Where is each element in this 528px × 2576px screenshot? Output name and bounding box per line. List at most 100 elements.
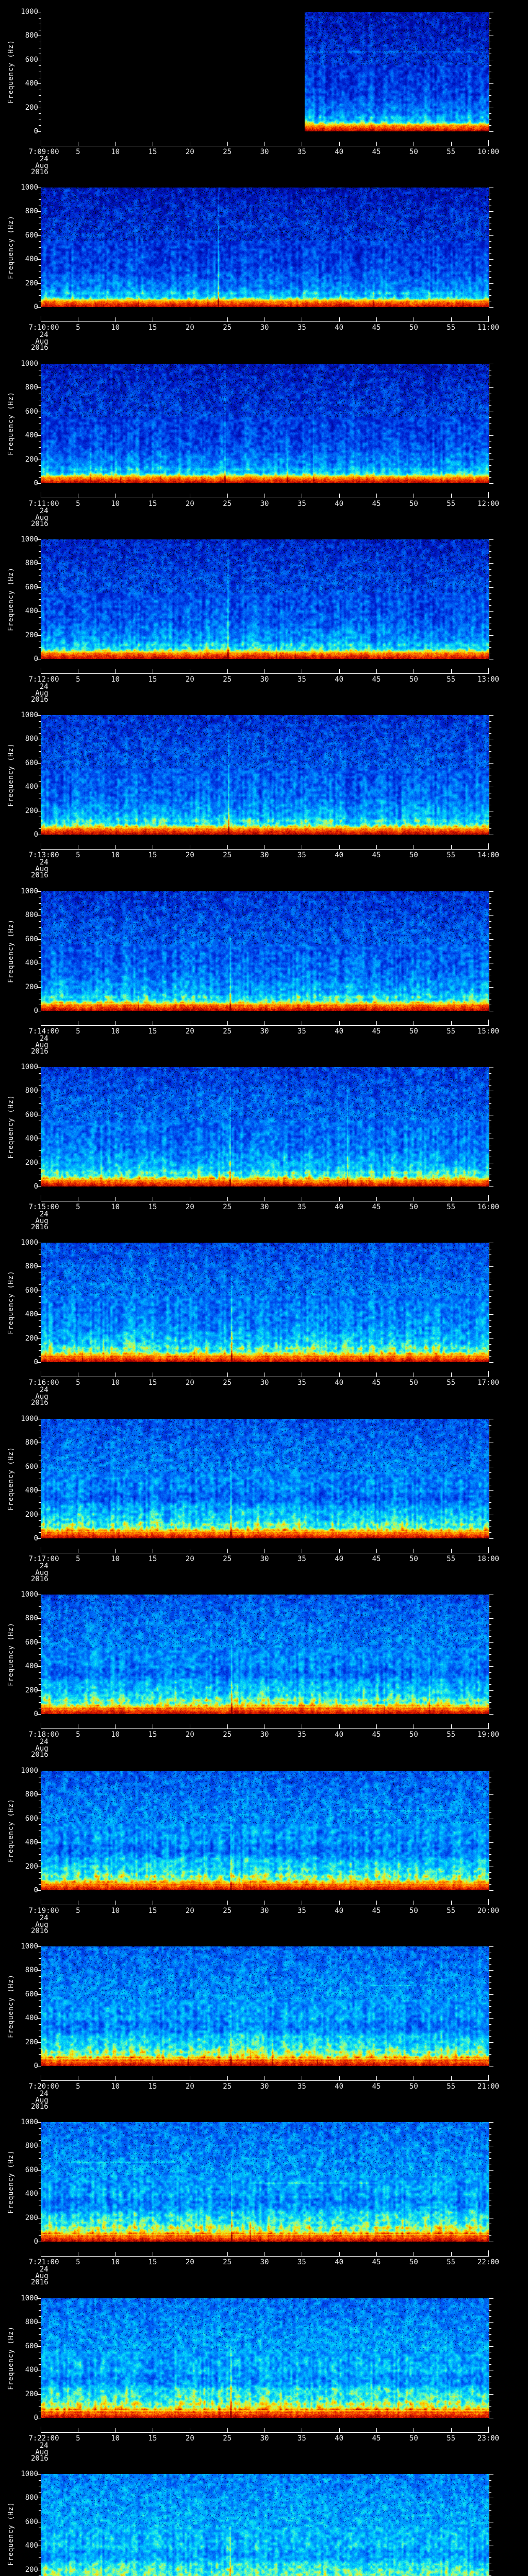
y-axis-tick xyxy=(489,1490,493,1491)
y-axis-tick xyxy=(489,557,491,558)
y-axis-tick xyxy=(489,1472,491,1473)
time-tick-label: 5 xyxy=(76,1379,80,1387)
spectrogram-image xyxy=(41,2474,489,2576)
y-axis-tick xyxy=(39,969,41,970)
time-tick-label: 20 xyxy=(185,1731,194,1739)
time-axis-tick xyxy=(339,1549,340,1553)
time-tick-label: 25 xyxy=(223,675,232,684)
y-tick-label: 1000 xyxy=(21,535,38,544)
time-tick-label: 5 xyxy=(76,148,80,156)
y-axis-tick xyxy=(489,2042,493,2043)
y-tick-label: 0 xyxy=(34,655,38,663)
time-axis-line xyxy=(41,2256,489,2257)
time-tick-label: 35 xyxy=(297,2434,306,2443)
time-start-label: 7:12:00 xyxy=(28,675,59,684)
y-axis-tick xyxy=(489,1854,491,1855)
time-tick-label: 25 xyxy=(223,1027,232,1036)
time-tick-label: 25 xyxy=(223,2258,232,2266)
y-axis-tick xyxy=(37,283,41,284)
time-tick-label: 20 xyxy=(185,1907,194,1915)
date-line: 2016 xyxy=(31,168,48,176)
y-axis-tick xyxy=(39,751,41,752)
y-axis-tick xyxy=(489,1690,493,1691)
y-axis-tick xyxy=(37,131,41,132)
plot-area xyxy=(41,1946,489,2066)
y-tick-label: 800 xyxy=(25,2142,38,2150)
y-axis-tick xyxy=(489,1964,491,1965)
y-axis-tick xyxy=(489,939,493,940)
y-axis-tick xyxy=(489,2235,491,2236)
y-tick-label: 200 xyxy=(25,982,38,991)
time-tick-label: 40 xyxy=(335,1203,344,1211)
time-tick-label: 20 xyxy=(185,148,194,156)
y-tick-label: 0 xyxy=(34,2062,38,2070)
y-tick-label: 400 xyxy=(25,2014,38,2023)
y-axis-tick xyxy=(489,1976,491,1977)
spectrogram-image xyxy=(41,2122,489,2242)
y-axis-tick xyxy=(489,1878,491,1879)
y-axis-tick xyxy=(489,2376,491,2377)
y-axis-tick xyxy=(37,987,41,988)
time-axis-tick xyxy=(339,2076,340,2080)
time-tick-label: 20 xyxy=(185,851,194,859)
y-axis-tick xyxy=(489,909,491,910)
y-tick-label: 600 xyxy=(25,1110,38,1119)
date-label: 24 Aug 2016 xyxy=(31,507,48,527)
spectrogram-image xyxy=(41,188,489,307)
y-tick-label: 200 xyxy=(25,1862,38,1871)
y-axis-tick xyxy=(489,247,491,248)
y-axis-tick xyxy=(39,271,41,272)
y-axis-tick xyxy=(39,957,41,958)
y-tick-label: 0 xyxy=(34,303,38,311)
y-axis-tick xyxy=(39,1982,41,1983)
time-tick-label: 55 xyxy=(447,675,456,684)
y-axis-tick xyxy=(489,2346,493,2347)
y-axis-tick xyxy=(39,2000,41,2001)
y-axis-tick xyxy=(489,1982,491,1983)
y-axis-tick xyxy=(39,569,41,570)
y-tick-label: 800 xyxy=(25,1087,38,1095)
y-axis-tick xyxy=(489,2024,491,2025)
y-axis-tick xyxy=(489,721,491,722)
time-axis-tick xyxy=(227,2076,228,2080)
date-line: 2016 xyxy=(31,344,48,352)
y-axis-tick xyxy=(37,1338,41,1339)
time-tick-label: 50 xyxy=(409,1907,418,1915)
y-tick-label: 400 xyxy=(25,2366,38,2375)
y-axis-tick xyxy=(489,1344,491,1345)
y-axis-tick xyxy=(39,453,41,454)
y-axis-tick xyxy=(489,1648,491,1649)
y-tick-label: 200 xyxy=(25,2038,38,2046)
time-tick-label: 10 xyxy=(111,324,120,332)
spectrogram-panel: Frequency (Hz) 24 Aug2016 02004006008001… xyxy=(0,1583,528,1758)
spectrogram-panel: Frequency (Hz) 24 Aug2016 02004006008001… xyxy=(0,2110,528,2286)
time-tick-label: 10 xyxy=(111,675,120,684)
y-tick-label: 200 xyxy=(25,1158,38,1167)
y-axis-tick xyxy=(489,101,491,102)
time-tick-label: 15 xyxy=(148,1379,157,1387)
spectrogram-panel: Frequency (Hz) 24 Aug2016 02004006008001… xyxy=(0,1407,528,1583)
y-axis-tick xyxy=(489,259,493,260)
y-tick-label: 400 xyxy=(25,1662,38,1671)
y-axis-tick xyxy=(37,1794,41,1795)
time-tick-label: 40 xyxy=(335,851,344,859)
y-axis-tick xyxy=(39,2152,41,2153)
y-axis-tick xyxy=(489,113,491,114)
time-end-label: 15:00 xyxy=(477,1027,500,1036)
y-axis-tick xyxy=(489,2140,491,2141)
y-axis-tick xyxy=(39,897,41,898)
y-axis-tick xyxy=(39,951,41,952)
y-tick-label: 600 xyxy=(25,758,38,767)
y-axis-tick xyxy=(39,247,41,248)
y-axis-tick xyxy=(489,211,493,212)
date-label: 24 Aug 2016 xyxy=(31,156,48,176)
time-tick-label: 40 xyxy=(335,1907,344,1915)
time-tick-label: 40 xyxy=(335,2258,344,2266)
time-end-label: 10:00 xyxy=(477,148,500,156)
spectrogram-image xyxy=(41,2298,489,2418)
spectrogram-stack: Frequency (Hz) 24 Aug 2016 0 200 400 600 800 1… xyxy=(0,0,528,2576)
time-end-label: 12:00 xyxy=(477,500,500,508)
date-line: 2016 xyxy=(31,1047,48,1056)
time-axis-tick xyxy=(451,2076,452,2080)
y-axis-tick xyxy=(489,1958,491,1959)
